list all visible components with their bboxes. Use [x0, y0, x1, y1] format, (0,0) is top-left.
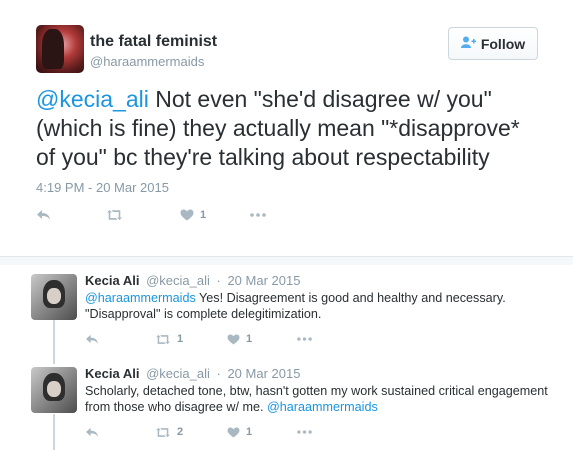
retweet-icon	[106, 209, 123, 221]
reply-header: Kecia Ali @kecia_ali · 20 Mar 2015	[85, 273, 300, 288]
author-handle[interactable]: @haraammermaids	[90, 54, 204, 69]
reply-icon	[85, 334, 99, 345]
more-icon	[297, 430, 312, 434]
retweet-count: 1	[177, 333, 184, 345]
tweet-timestamp[interactable]: 4:19 PM - 20 Mar 2015	[36, 180, 169, 195]
more-icon	[250, 213, 266, 217]
reply-separator: ·	[216, 273, 221, 288]
tweet-text: @kecia_ali Not even "she'd disagree w/ y…	[36, 85, 541, 172]
reply-button[interactable]	[85, 427, 155, 438]
author-name[interactable]: the fatal feminist	[90, 33, 217, 51]
reply-actions: 2 1	[85, 424, 312, 440]
retweet-icon	[155, 427, 171, 438]
reply-button[interactable]	[85, 334, 155, 345]
reply-mention[interactable]: @haraammermaids	[85, 291, 196, 305]
more-icon	[297, 337, 312, 341]
tweet-actions: 1	[36, 206, 266, 224]
like-button[interactable]: 1	[227, 426, 297, 438]
reply-author-name[interactable]: Kecia Ali	[85, 366, 139, 381]
retweet-count: 2	[177, 426, 184, 438]
heart-icon	[180, 209, 194, 221]
more-button[interactable]	[297, 430, 312, 434]
heart-icon	[227, 426, 240, 438]
follow-label: Follow	[480, 35, 526, 52]
like-count: 1	[246, 333, 253, 345]
follow-button[interactable]: Follow	[448, 27, 538, 60]
avatar[interactable]	[31, 367, 77, 413]
author-avatar[interactable]	[36, 25, 84, 73]
main-tweet: the fatal feminist @haraammermaids Follo…	[0, 0, 573, 256]
reply-text: @haraammermaids Yes! Disagreement is goo…	[85, 290, 555, 322]
retweet-icon	[155, 334, 171, 345]
more-button[interactable]	[297, 337, 312, 341]
reply-actions: 1 1	[85, 331, 312, 347]
like-button[interactable]: 1	[180, 209, 250, 221]
reply-date[interactable]: 20 Mar 2015	[227, 366, 300, 381]
reply-icon	[85, 427, 99, 438]
reply-author-name[interactable]: Kecia Ali	[85, 273, 139, 288]
reply-tweet: Kecia Ali @kecia_ali · 20 Mar 2015 Schol…	[0, 358, 573, 450]
reply-button[interactable]	[36, 209, 106, 221]
reply-date[interactable]: 20 Mar 2015	[227, 273, 300, 288]
reply-author-handle[interactable]: @kecia_ali	[146, 366, 210, 381]
retweet-button[interactable]	[106, 209, 180, 221]
retweet-button[interactable]: 1	[155, 333, 227, 345]
like-count: 1	[200, 209, 207, 221]
reply-separator: ·	[216, 366, 221, 381]
retweet-button[interactable]: 2	[155, 426, 227, 438]
like-button[interactable]: 1	[227, 333, 297, 345]
reply-tweet: Kecia Ali @kecia_ali · 20 Mar 2015 @hara…	[0, 265, 573, 357]
reply-author-handle[interactable]: @kecia_ali	[146, 273, 210, 288]
reply-text: Scholarly, detached tone, btw, hasn't go…	[85, 383, 555, 415]
heart-icon	[227, 333, 240, 345]
reply-header: Kecia Ali @kecia_ali · 20 Mar 2015	[85, 366, 300, 381]
tweet-mention[interactable]: @kecia_ali	[36, 86, 149, 112]
follow-user-icon	[460, 36, 476, 51]
like-count: 1	[246, 426, 253, 438]
avatar[interactable]	[31, 274, 77, 320]
reply-icon	[36, 209, 51, 221]
more-button[interactable]	[250, 213, 266, 217]
section-gap	[0, 257, 573, 265]
reply-mention[interactable]: @haraammermaids	[267, 400, 378, 414]
